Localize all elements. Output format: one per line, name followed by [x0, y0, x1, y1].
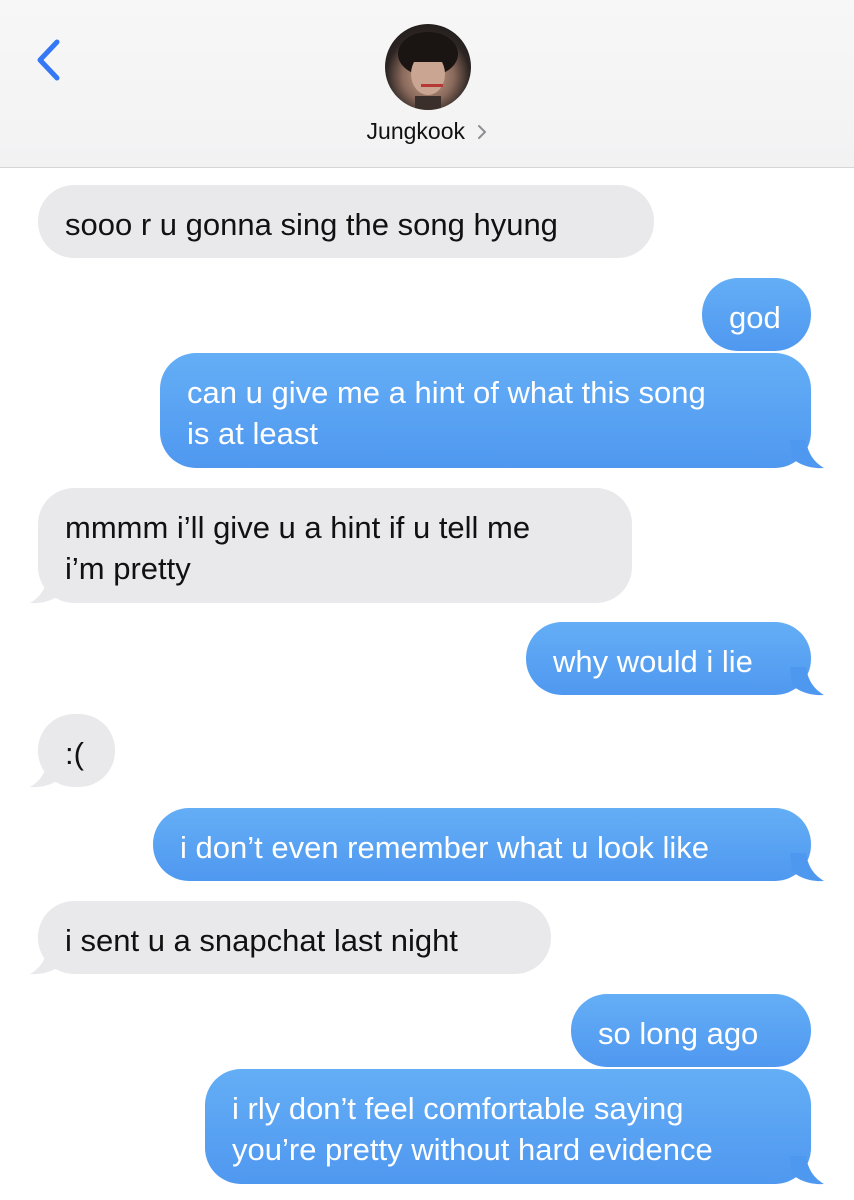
bubble-tail [30, 759, 64, 788]
message-text-line: i’m pretty [65, 551, 191, 586]
bubble-tail [30, 946, 64, 975]
message-text-line: i rly don’t feel comfortable saying [232, 1091, 684, 1126]
bubble-tail [790, 440, 824, 469]
message-bubble-outgoing[interactable]: why would i lie [526, 622, 811, 695]
bubble-tail [790, 853, 824, 882]
message-text-line: can u give me a hint of what this song [187, 375, 706, 410]
message-text: so long ago [598, 1016, 759, 1051]
message-bubble-outgoing[interactable]: i rly don’t feel comfortable saying you’… [205, 1069, 811, 1184]
contact-details-link[interactable]: Jungkook [0, 118, 854, 148]
message-bubble-incoming[interactable]: i sent u a snapchat last night [38, 901, 551, 974]
message-text: :( [65, 736, 84, 771]
message-bubble-outgoing[interactable]: i don’t even remember what u look like [153, 808, 811, 881]
contact-avatar[interactable] [385, 24, 471, 110]
chevron-right-icon [478, 124, 487, 139]
message-bubble-outgoing[interactable]: can u give me a hint of what this song i… [160, 353, 811, 468]
message-bubble-outgoing[interactable]: so long ago [571, 994, 811, 1067]
contact-photo [398, 32, 458, 110]
contact-name: Jungkook [366, 118, 465, 144]
bubble-tail [30, 575, 64, 604]
message-text-line: you’re pretty without hard evidence [232, 1132, 713, 1167]
bubble-tail [790, 667, 824, 696]
message-text: god [729, 300, 781, 335]
chevron-left-icon [37, 39, 60, 81]
message-text: i sent u a snapchat last night [65, 923, 458, 958]
message-text-line: mmmm i’ll give u a hint if u tell me [65, 510, 531, 545]
message-bubble-incoming[interactable]: sooo r u gonna sing the song hyung [38, 185, 654, 258]
message-bubble-incoming[interactable]: mmmm i’ll give u a hint if u tell me i’m… [38, 488, 632, 603]
bubble-tail [790, 1156, 824, 1185]
conversation-header: Jungkook [0, 0, 854, 168]
message-text: why would i lie [553, 644, 753, 679]
message-bubble-outgoing[interactable]: god [702, 278, 811, 351]
message-text-line: is at least [187, 416, 318, 451]
message-text: sooo r u gonna sing the song hyung [65, 207, 558, 242]
back-button[interactable] [30, 36, 70, 84]
message-text: i don’t even remember what u look like [180, 830, 709, 865]
